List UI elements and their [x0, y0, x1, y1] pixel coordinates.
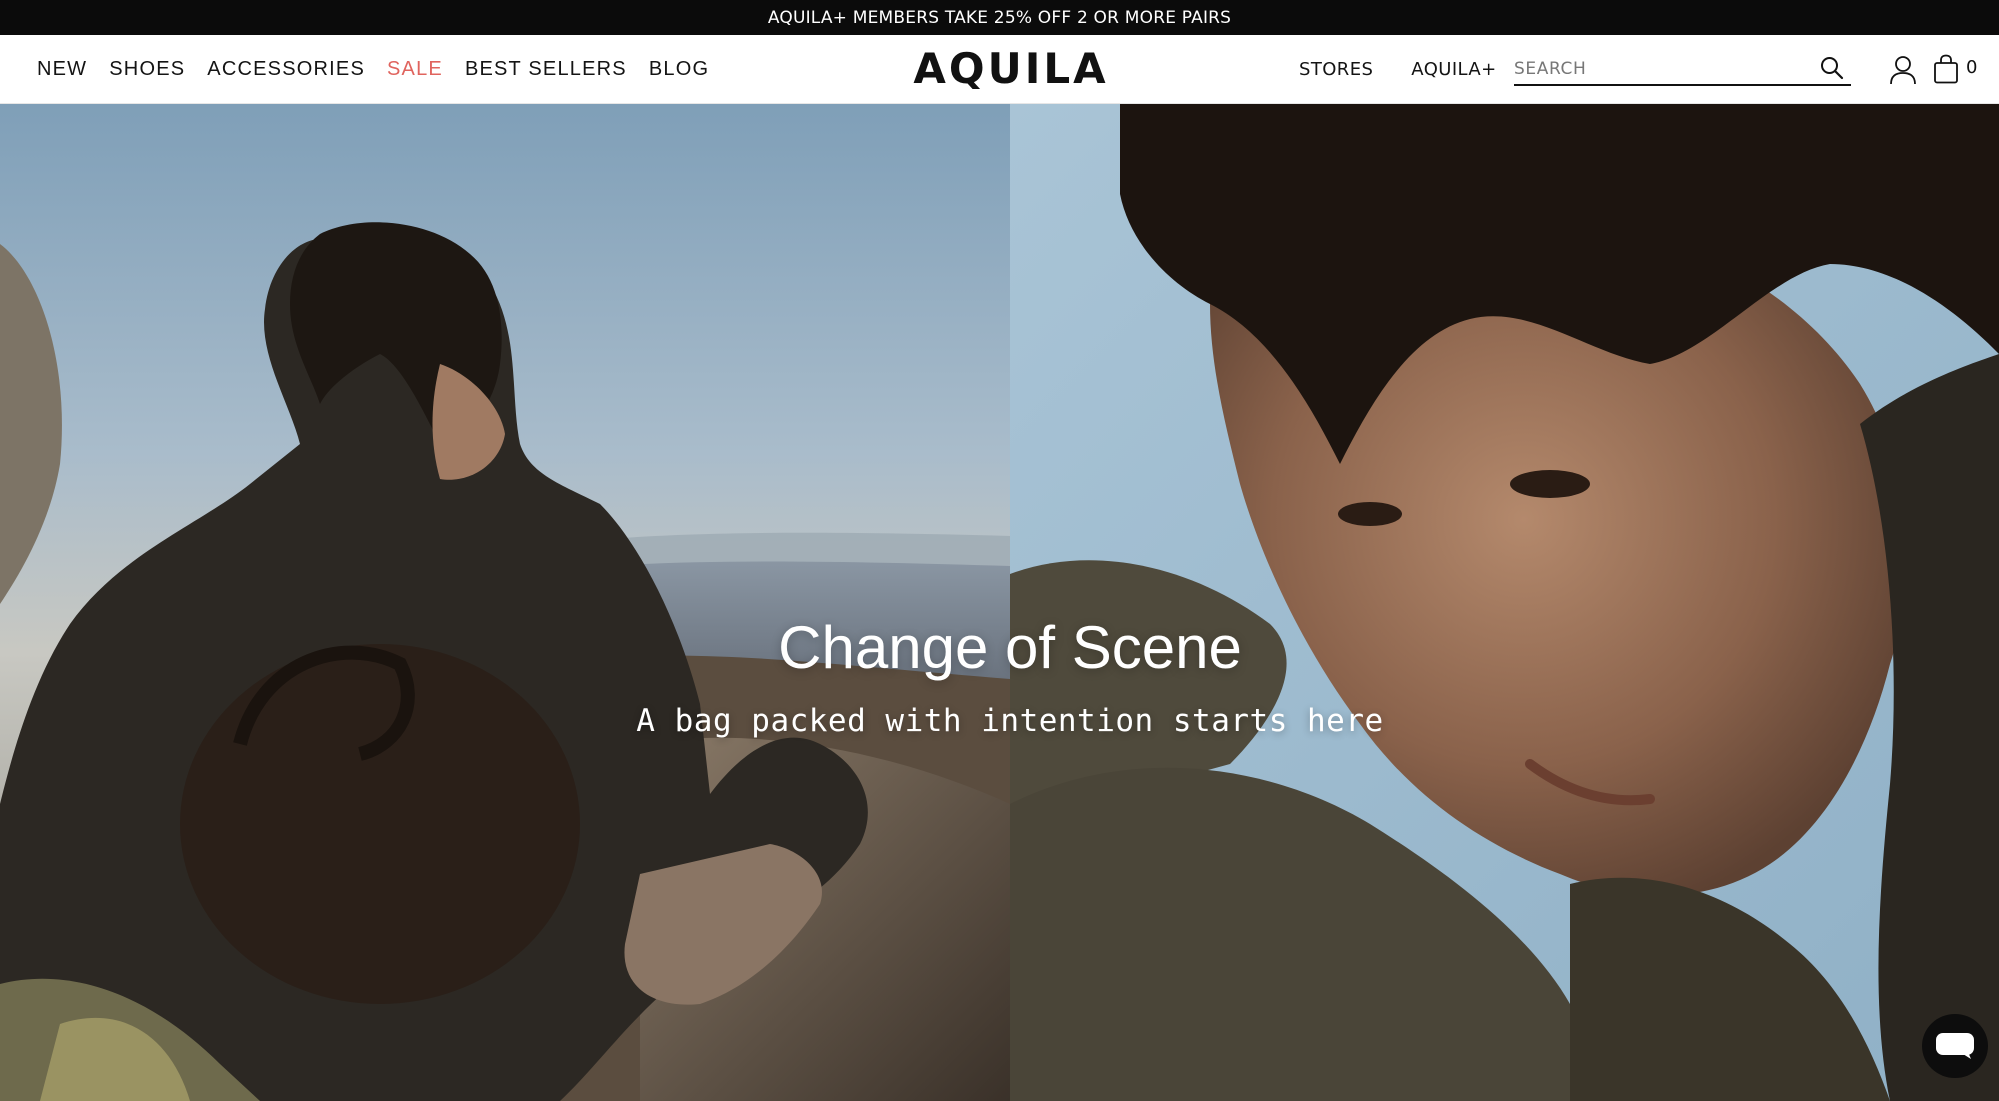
site-header: NEW SHOES ACCESSORIES SALE BEST SELLERS … [0, 35, 1999, 104]
promo-text: AQUILA+ MEMBERS TAKE 25% OFF 2 OR MORE P… [767, 7, 1232, 28]
search-input[interactable] [1514, 55, 1804, 83]
site-logo[interactable]: AQUILA [913, 43, 1105, 93]
nav-item-sale[interactable]: SALE [387, 58, 443, 81]
search-bar [1514, 52, 1851, 86]
hero-title: Change of Scene [778, 614, 1242, 681]
nav-item-blog[interactable]: BLOG [649, 58, 709, 81]
hero-image-left[interactable] [0, 104, 1010, 1101]
hero-banner: Change of Scene A bag packed with intent… [0, 104, 1999, 1101]
chat-button[interactable] [1922, 1014, 1988, 1078]
nav-item-stores[interactable]: STORES [1299, 59, 1373, 80]
hero-image-right[interactable] [1010, 104, 1999, 1101]
nav-item-new[interactable]: NEW [37, 58, 87, 81]
promo-banner[interactable]: AQUILA+ MEMBERS TAKE 25% OFF 2 OR MORE P… [0, 0, 1999, 35]
nav-item-aquila-plus[interactable]: AQUILA+ [1411, 59, 1496, 80]
utility-nav: STORES AQUILA+ [1299, 35, 1497, 104]
chat-icon [1936, 1033, 1974, 1059]
user-icon[interactable] [1889, 55, 1917, 85]
main-nav: NEW SHOES ACCESSORIES SALE BEST SELLERS … [37, 35, 709, 104]
hero-subtitle: A bag packed with intention starts here [636, 703, 1384, 739]
nav-item-shoes[interactable]: SHOES [109, 58, 185, 81]
search-icon[interactable] [1819, 55, 1845, 81]
shopping-bag-icon[interactable] [1933, 54, 1959, 84]
nav-item-best-sellers[interactable]: BEST SELLERS [465, 58, 627, 81]
nav-item-accessories[interactable]: ACCESSORIES [207, 58, 365, 81]
cart-count: 0 [1966, 57, 1978, 78]
